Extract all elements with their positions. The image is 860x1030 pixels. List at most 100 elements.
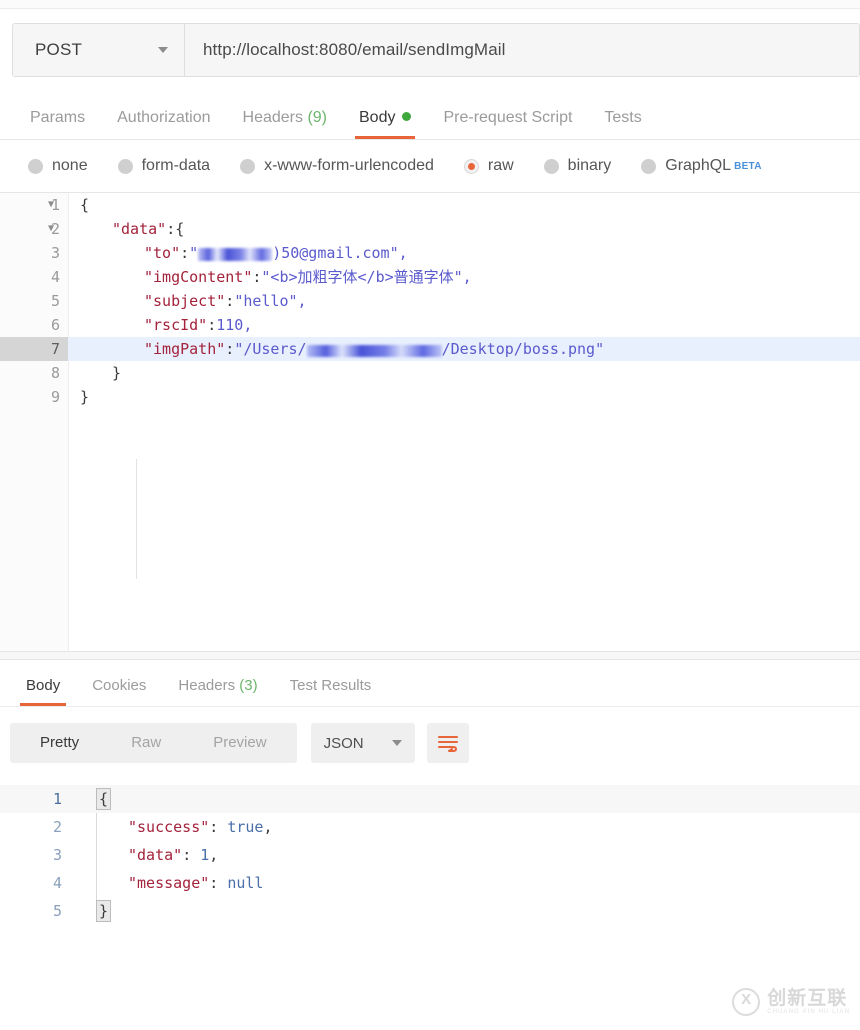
request-code-line[interactable]: 6 "rscId":110, <box>0 313 860 337</box>
code-token: " <box>189 244 199 262</box>
response-code-area[interactable]: 1{2 "success": true, 3 "data": 1, 4 "message"… <box>0 785 860 925</box>
body-type-label: raw <box>487 157 514 174</box>
request-code-line[interactable]: 2 ▼ "data":{ <box>0 217 860 241</box>
request-tab-body[interactable]: Body <box>343 109 427 139</box>
request-code-line[interactable]: 7 "imgPath":"/Users/ /Desktop/boss.png" <box>0 337 860 361</box>
code-line-text: "rscId":110, <box>68 313 252 337</box>
response-code-token: 1 <box>200 846 210 864</box>
body-type-radio-none[interactable]: none <box>28 157 88 175</box>
code-line-text: } <box>68 385 89 409</box>
code-line-text: "to":")50@gmail.com", <box>68 241 408 265</box>
code-token: "rscId" <box>144 316 208 334</box>
response-code-token: : <box>209 818 228 836</box>
watermark: 创新互联 CHUANG XIN HU LIAN <box>732 988 850 1016</box>
code-line-text: "imgPath":"/Users/ /Desktop/boss.png" <box>68 337 604 361</box>
request-code-line[interactable]: 3 "to":")50@gmail.com", <box>0 241 860 265</box>
response-code-line-text: "success": true, <box>76 813 273 841</box>
wrap-lines-button[interactable] <box>426 723 469 763</box>
request-tab-authorization[interactable]: Authorization <box>101 109 226 139</box>
response-tab-body[interactable]: Body <box>10 677 76 706</box>
response-format-select[interactable]: JSON <box>310 723 415 763</box>
http-method-select[interactable]: POST <box>13 24 185 76</box>
code-line-text: "subject":"hello", <box>68 289 307 313</box>
code-line-text: { <box>68 193 89 217</box>
code-token: :{ <box>166 220 185 238</box>
watermark-chinese: 创新互联 <box>767 987 848 1009</box>
response-tab-headers[interactable]: Headers (3) <box>162 677 273 706</box>
response-view-raw[interactable]: Raw <box>105 723 187 763</box>
response-view-preview[interactable]: Preview <box>187 723 292 763</box>
code-token: "imgContent" <box>144 268 253 286</box>
response-code-line[interactable]: 3 "data": 1, <box>0 841 860 869</box>
response-code-line[interactable]: 2 "success": true, <box>0 813 860 841</box>
body-type-radio-graphql[interactable]: GraphQL BETA <box>641 157 762 175</box>
line-number: 7 <box>0 337 68 361</box>
response-code-line-text: } <box>76 897 112 925</box>
body-type-radio-binary[interactable]: binary <box>543 157 611 175</box>
code-line-text: "data":{ <box>68 217 184 241</box>
response-tab-cookies[interactable]: Cookies <box>76 677 162 706</box>
request-tab-headers[interactable]: Headers (9) <box>227 109 343 139</box>
request-code-area[interactable]: 1 ▼{2 ▼ "data":{3 "to":")50@gmail.com", 4 "img… <box>0 193 860 651</box>
body-type-radio-form-data[interactable]: form-data <box>117 157 210 175</box>
code-fold-icon[interactable]: ▼ <box>48 217 60 241</box>
line-number: 6 <box>50 316 60 334</box>
request-tab-tests[interactable]: Tests <box>588 109 657 139</box>
line-number: 3 <box>50 244 60 262</box>
response-code-line[interactable]: 1{ <box>0 785 860 813</box>
watermark-text: 创新互联 CHUANG XIN HU LIAN <box>767 987 850 1015</box>
request-code-line[interactable]: 8} <box>0 361 860 385</box>
response-view-mode-group: Pretty Raw Preview <box>10 723 297 763</box>
response-code-line-text: "data": 1, <box>76 841 218 869</box>
code-token: : <box>225 292 235 310</box>
response-code-token: "success" <box>128 818 210 836</box>
code-token: : <box>225 340 235 358</box>
indent-guide <box>136 459 137 579</box>
response-code-line-text: { <box>76 785 112 813</box>
response-body-editor[interactable]: 1{2 "success": true, 3 "data": 1, 4 "message"… <box>0 785 860 945</box>
line-number: 1 <box>52 790 62 808</box>
chevron-down-icon <box>391 740 402 746</box>
response-view-pretty[interactable]: Pretty <box>14 723 105 763</box>
line-number: 2 <box>52 818 62 836</box>
request-body-editor[interactable]: 1 ▼{2 ▼ "data":{3 "to":")50@gmail.com", 4 "img… <box>0 193 860 651</box>
body-type-radio-x-www-form-urlencoded[interactable]: x-www-form-urlencoded <box>240 157 434 175</box>
line-number: 9 <box>50 388 60 406</box>
response-code-token: "message" <box>128 874 210 892</box>
radio-icon <box>641 158 657 174</box>
code-token: : <box>207 316 217 334</box>
body-type-radio-row: none form-data x-www-form-urlencoded raw bin… <box>0 140 860 193</box>
code-token: : <box>180 244 190 262</box>
response-code-line[interactable]: 5} <box>0 897 860 925</box>
response-toolbar: Pretty Raw Preview JSON <box>0 707 860 777</box>
request-tab-label: Body <box>359 109 396 126</box>
radio-icon <box>463 158 479 174</box>
response-code-token: "data" <box>128 846 183 864</box>
headers-count-badge: (9) <box>303 109 327 126</box>
url-input[interactable]: http://localhost:8080/email/sendImgMail <box>185 24 859 76</box>
response-code-line[interactable]: 4 "message": null <box>0 869 860 897</box>
response-code-token: : <box>209 874 228 892</box>
request-tab-params[interactable]: Params <box>14 109 101 139</box>
request-code-line[interactable]: 1 ▼{ <box>0 193 860 217</box>
request-tab-label: Pre-request Script <box>443 109 573 126</box>
request-code-line[interactable]: 4 "imgContent":"<b>加粗字体</b>普通字体", <box>0 265 860 289</box>
response-tab-test-results[interactable]: Test Results <box>274 677 388 706</box>
request-tab-label: Tests <box>604 109 642 126</box>
code-token: 110, <box>216 316 253 334</box>
code-fold-icon[interactable]: ▼ <box>48 193 60 217</box>
code-token: "hello", <box>234 292 307 310</box>
code-line-text: } <box>68 361 121 385</box>
request-code-line[interactable]: 9} <box>0 385 860 409</box>
body-type-radio-raw[interactable]: raw <box>463 157 514 175</box>
request-tab-label: Headers <box>242 109 303 126</box>
request-code-line[interactable]: 5 "subject":"hello", <box>0 289 860 313</box>
request-tab-pre-request-script[interactable]: Pre-request Script <box>427 109 588 139</box>
line-number: 5 <box>50 292 60 310</box>
radio-icon <box>543 158 559 174</box>
code-token: { <box>80 196 90 214</box>
pane-splitter[interactable] <box>0 651 860 660</box>
line-number: 8 <box>50 364 60 382</box>
request-tab-label: Params <box>30 109 86 126</box>
redacted-text <box>306 345 442 357</box>
